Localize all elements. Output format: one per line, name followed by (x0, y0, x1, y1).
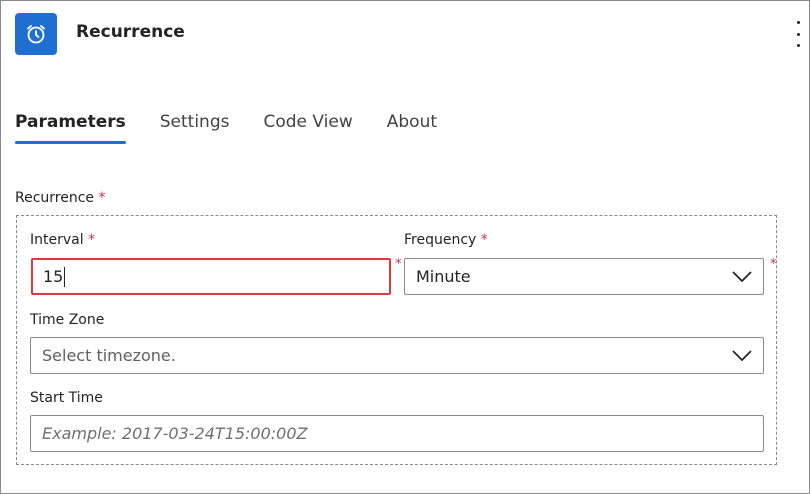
required-marker: * (480, 232, 488, 248)
required-marker: * (395, 257, 402, 272)
tab-parameters[interactable]: Parameters (15, 112, 126, 144)
required-marker: * (770, 257, 777, 272)
recurrence-section-label: Recurrence * (15, 190, 106, 206)
start-time-placeholder: Example: 2017-03-24T15:00:00Z (42, 424, 308, 443)
tab-bar: Parameters Settings Code View About (15, 112, 471, 144)
tab-settings[interactable]: Settings (160, 112, 230, 144)
frequency-label-text: Frequency (404, 232, 477, 248)
recurrence-group: Interval * 15 * Frequency * Minute * Tim… (16, 215, 777, 465)
start-time-input[interactable]: Example: 2017-03-24T15:00:00Z (30, 415, 764, 452)
recurrence-label-text: Recurrence (15, 190, 95, 206)
frequency-dropdown[interactable]: Minute (404, 258, 764, 295)
interval-input[interactable]: 15 (31, 258, 391, 295)
chevron-down-icon (732, 349, 752, 361)
required-marker: * (88, 232, 96, 248)
interval-value: 15 (43, 267, 64, 286)
panel-title: Recurrence (76, 22, 185, 42)
text-caret (64, 266, 66, 287)
more-options-icon[interactable] (791, 21, 805, 47)
interval-label-text: Interval (30, 232, 84, 248)
chevron-down-icon (732, 270, 752, 282)
time-zone-dropdown[interactable]: Select timezone. (30, 337, 764, 374)
start-time-label: Start Time (30, 390, 103, 406)
tab-code-view[interactable]: Code View (263, 112, 352, 144)
required-marker: * (98, 190, 106, 206)
time-zone-label: Time Zone (30, 312, 105, 328)
recurrence-panel: Recurrence Parameters Settings Code View… (0, 0, 810, 494)
frequency-value: Minute (416, 267, 471, 286)
frequency-label: Frequency * (404, 232, 488, 248)
alarm-clock-icon (15, 13, 57, 55)
interval-label: Interval * (30, 232, 95, 248)
tab-about[interactable]: About (387, 112, 437, 144)
time-zone-placeholder: Select timezone. (42, 346, 176, 365)
